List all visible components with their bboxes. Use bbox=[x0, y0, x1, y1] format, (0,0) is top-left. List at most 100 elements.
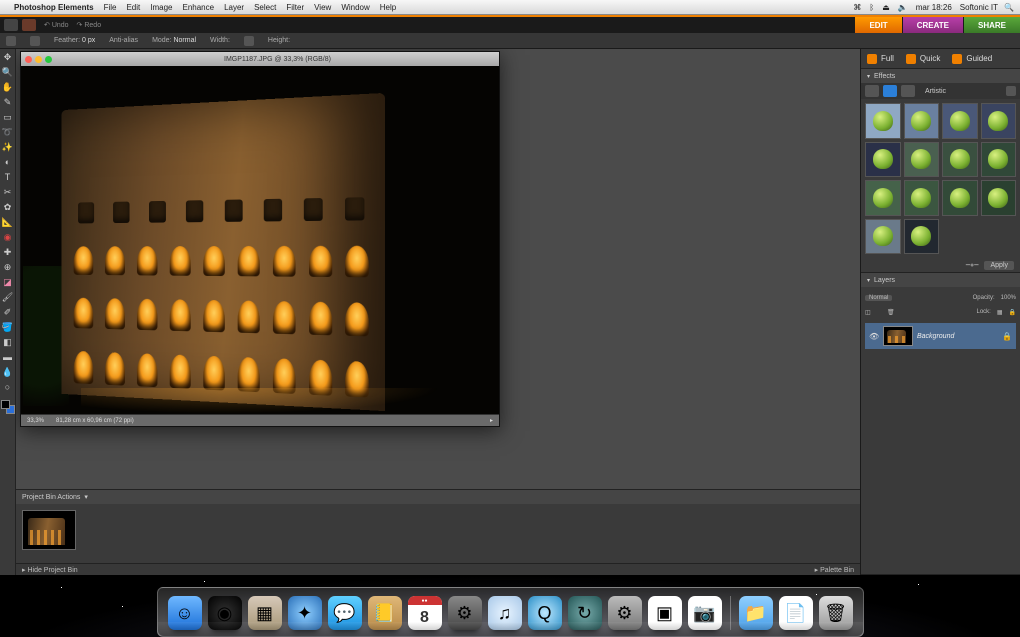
smartbrush-tool-icon[interactable]: ✐ bbox=[2, 306, 14, 318]
menu-select[interactable]: Select bbox=[254, 3, 276, 12]
undo-button[interactable]: ↶ Undo bbox=[44, 21, 69, 29]
effect-thumb[interactable] bbox=[865, 103, 901, 139]
effect-thumb[interactable] bbox=[865, 180, 901, 216]
shape-tool-icon[interactable]: ▬ bbox=[2, 351, 14, 363]
menu-enhance[interactable]: Enhance bbox=[182, 3, 214, 12]
layers-panel-title[interactable]: ▾Layers bbox=[861, 273, 1020, 287]
zoom-tool-icon[interactable]: 🔍 bbox=[2, 66, 14, 78]
effect-thumb[interactable] bbox=[981, 103, 1017, 139]
layers-opacity-value[interactable]: 100% bbox=[1001, 295, 1016, 301]
document-titlebar[interactable]: IMGP1187.JPG @ 33,3% (RGB/8) bbox=[21, 52, 499, 66]
volume-icon[interactable]: 🔈 bbox=[898, 3, 908, 12]
safari-icon[interactable]: ✦ bbox=[288, 596, 322, 630]
new-layer-icon[interactable]: ◫ bbox=[865, 309, 881, 316]
healing-tool-icon[interactable]: ✚ bbox=[2, 246, 14, 258]
menu-edit[interactable]: Edit bbox=[126, 3, 140, 12]
mode-edit-button[interactable]: EDIT bbox=[855, 17, 901, 33]
account-name[interactable]: Softonic IT bbox=[960, 3, 998, 12]
menu-file[interactable]: File bbox=[104, 3, 117, 12]
type-tool-icon[interactable]: T bbox=[2, 171, 14, 183]
effect-thumb[interactable] bbox=[904, 142, 940, 178]
finder-icon[interactable]: ☺ bbox=[168, 596, 202, 630]
effect-thumb[interactable] bbox=[904, 180, 940, 216]
redeye-tool-icon[interactable]: ◉ bbox=[2, 231, 14, 243]
eyedropper-tool-icon[interactable]: ✎ bbox=[2, 96, 14, 108]
effect-thumb[interactable] bbox=[904, 103, 940, 139]
dashboard-icon[interactable]: ◉ bbox=[208, 596, 242, 630]
arrange-icon[interactable] bbox=[22, 19, 36, 31]
menu-image[interactable]: Image bbox=[150, 3, 172, 12]
ichat-icon[interactable]: 💬 bbox=[328, 596, 362, 630]
layers-blendmode[interactable]: Normal bbox=[865, 295, 892, 301]
straighten-tool-icon[interactable]: 📐 bbox=[2, 216, 14, 228]
project-bin-header[interactable]: Project Bin Actions ▾ bbox=[16, 490, 860, 504]
menu-window[interactable]: Window bbox=[341, 3, 369, 12]
hand-tool-icon[interactable]: ✋ bbox=[2, 81, 14, 93]
itunes-icon[interactable]: ♫ bbox=[488, 596, 522, 630]
home-icon[interactable] bbox=[4, 19, 18, 31]
ical-icon[interactable]: ●●8 bbox=[408, 596, 442, 630]
effect-thumb[interactable] bbox=[942, 180, 978, 216]
paintbucket-tool-icon[interactable]: 🪣 bbox=[2, 321, 14, 333]
cookie-cutter-tool-icon[interactable]: ✿ bbox=[2, 201, 14, 213]
trash-icon[interactable]: 🗑 bbox=[819, 596, 853, 630]
gradient-tool-icon[interactable]: ◧ bbox=[2, 336, 14, 348]
move-tool-icon[interactable]: ✥ bbox=[2, 51, 14, 63]
timemachine-icon[interactable]: ↻ bbox=[568, 596, 602, 630]
effect-thumb[interactable] bbox=[865, 142, 901, 178]
app-name[interactable]: Photoshop Elements bbox=[14, 3, 94, 12]
menu-filter[interactable]: Filter bbox=[286, 3, 304, 12]
canvas-area[interactable]: IMGP1187.JPG @ 33,3% (RGB/8) bbox=[16, 49, 860, 489]
mode-value[interactable]: Normal bbox=[173, 37, 196, 44]
scripts-icon[interactable]: ⌘ bbox=[853, 3, 861, 12]
layer-row[interactable]: 👁 Background 🔒 bbox=[865, 323, 1016, 349]
clone-tool-icon[interactable]: ⊕ bbox=[2, 261, 14, 273]
zoom-window-icon[interactable] bbox=[45, 56, 52, 63]
submode-quick-button[interactable]: Quick bbox=[906, 54, 940, 64]
effects-apply-button[interactable]: Apply bbox=[984, 261, 1014, 270]
sponge-tool-icon[interactable]: ○ bbox=[2, 381, 14, 393]
bluetooth-icon[interactable]: ᛒ bbox=[869, 3, 874, 12]
eraser-tool-icon[interactable]: ◪ bbox=[2, 276, 14, 288]
marquee-tool-icon[interactable]: ▭ bbox=[2, 111, 14, 123]
hide-project-bin-button[interactable]: ▸ Hide Project Bin bbox=[22, 566, 78, 574]
effect-thumb[interactable] bbox=[942, 103, 978, 139]
quickselect-tool-icon[interactable]: ◐ bbox=[2, 156, 14, 168]
layer-thumbnail[interactable] bbox=[883, 326, 913, 346]
expose-icon[interactable]: ▦ bbox=[248, 596, 282, 630]
effects-panel-title[interactable]: ▾Effects bbox=[861, 69, 1020, 83]
magicwand-tool-icon[interactable]: ✨ bbox=[2, 141, 14, 153]
minimize-window-icon[interactable] bbox=[35, 56, 42, 63]
brush-tool-icon[interactable]: 🖌 bbox=[2, 291, 14, 303]
document-window[interactable]: IMGP1187.JPG @ 33,3% (RGB/8) bbox=[20, 51, 500, 427]
pse-icon[interactable]: ▣ bbox=[648, 596, 682, 630]
clock[interactable]: mar 18:26 bbox=[916, 3, 952, 12]
effects-category-dropdown-icon[interactable] bbox=[1006, 86, 1016, 96]
palette-bin-button[interactable]: ▸ Palette Bin bbox=[815, 566, 854, 574]
project-bin-thumb[interactable] bbox=[22, 510, 76, 550]
lock-all-icon[interactable]: 🔒 bbox=[1009, 309, 1016, 316]
foreground-color-swatch[interactable] bbox=[1, 400, 10, 409]
document-icon[interactable]: 📄 bbox=[779, 596, 813, 630]
addressbook-icon[interactable]: 📒 bbox=[368, 596, 402, 630]
effect-thumb[interactable] bbox=[981, 142, 1017, 178]
mode-share-button[interactable]: SHARE bbox=[964, 17, 1020, 33]
submode-guided-button[interactable]: Guided bbox=[952, 54, 992, 64]
effect-thumb[interactable] bbox=[865, 219, 901, 255]
tool-preset-icon[interactable] bbox=[6, 36, 16, 46]
effects-slider[interactable]: ━●━ bbox=[966, 261, 979, 269]
swap-wh-icon[interactable] bbox=[244, 36, 254, 46]
delete-layer-icon[interactable]: 🗑 bbox=[887, 309, 903, 316]
effects-category[interactable]: Artistic bbox=[919, 88, 1002, 95]
crop-tool-icon[interactable]: ✂ bbox=[2, 186, 14, 198]
feather-value[interactable]: 0 px bbox=[82, 37, 95, 44]
blur-tool-icon[interactable]: 💧 bbox=[2, 366, 14, 378]
quicktime-icon[interactable]: Q bbox=[528, 596, 562, 630]
selection-mode-icon[interactable] bbox=[30, 36, 40, 46]
close-window-icon[interactable] bbox=[25, 56, 32, 63]
layer-name[interactable]: Background bbox=[917, 333, 954, 340]
mode-create-button[interactable]: CREATE bbox=[903, 17, 963, 33]
color-swatches[interactable] bbox=[1, 400, 15, 414]
antialias-checkbox[interactable]: Anti-alias bbox=[109, 37, 138, 44]
menu-layer[interactable]: Layer bbox=[224, 3, 244, 12]
